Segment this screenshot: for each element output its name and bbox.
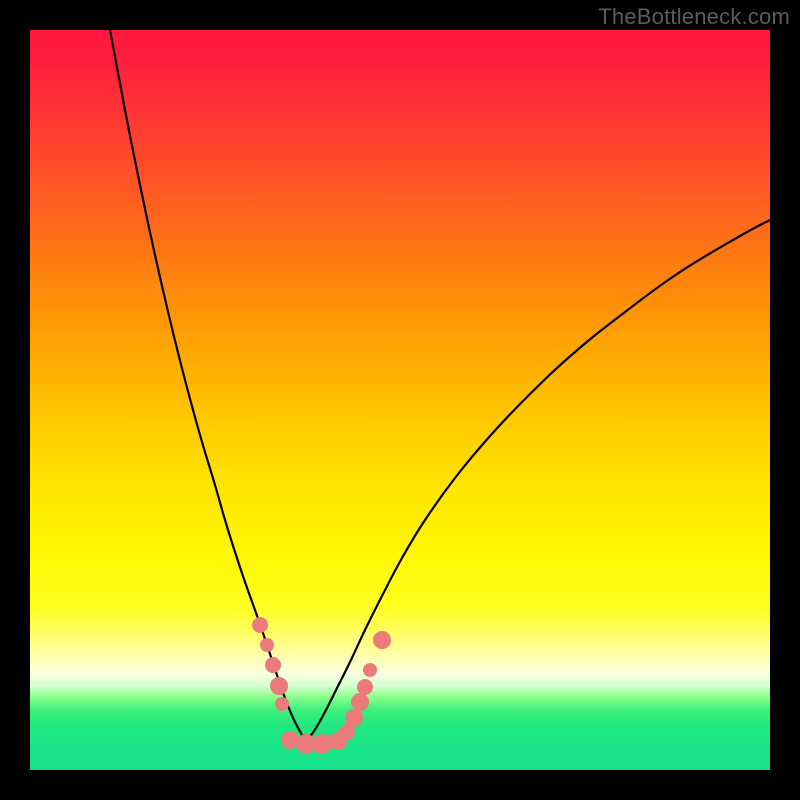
curve-group (110, 30, 770, 742)
chart-frame: TheBottleneck.com (0, 0, 800, 800)
watermark-text: TheBottleneck.com (598, 4, 790, 30)
marker-dot (252, 617, 268, 633)
marker-dot (270, 677, 288, 695)
markers-group (252, 617, 391, 754)
curve-left-branch (110, 30, 306, 742)
marker-dot (345, 709, 363, 727)
curve-right-branch (306, 220, 770, 742)
marker-dot (363, 663, 377, 677)
marker-dot (265, 657, 281, 673)
plot-area (30, 30, 770, 770)
marker-dot (373, 631, 391, 649)
marker-dot (275, 697, 289, 711)
marker-dot (357, 679, 373, 695)
marker-dot (260, 638, 274, 652)
chart-svg (30, 30, 770, 770)
marker-dot (312, 734, 332, 754)
marker-dot (351, 693, 369, 711)
